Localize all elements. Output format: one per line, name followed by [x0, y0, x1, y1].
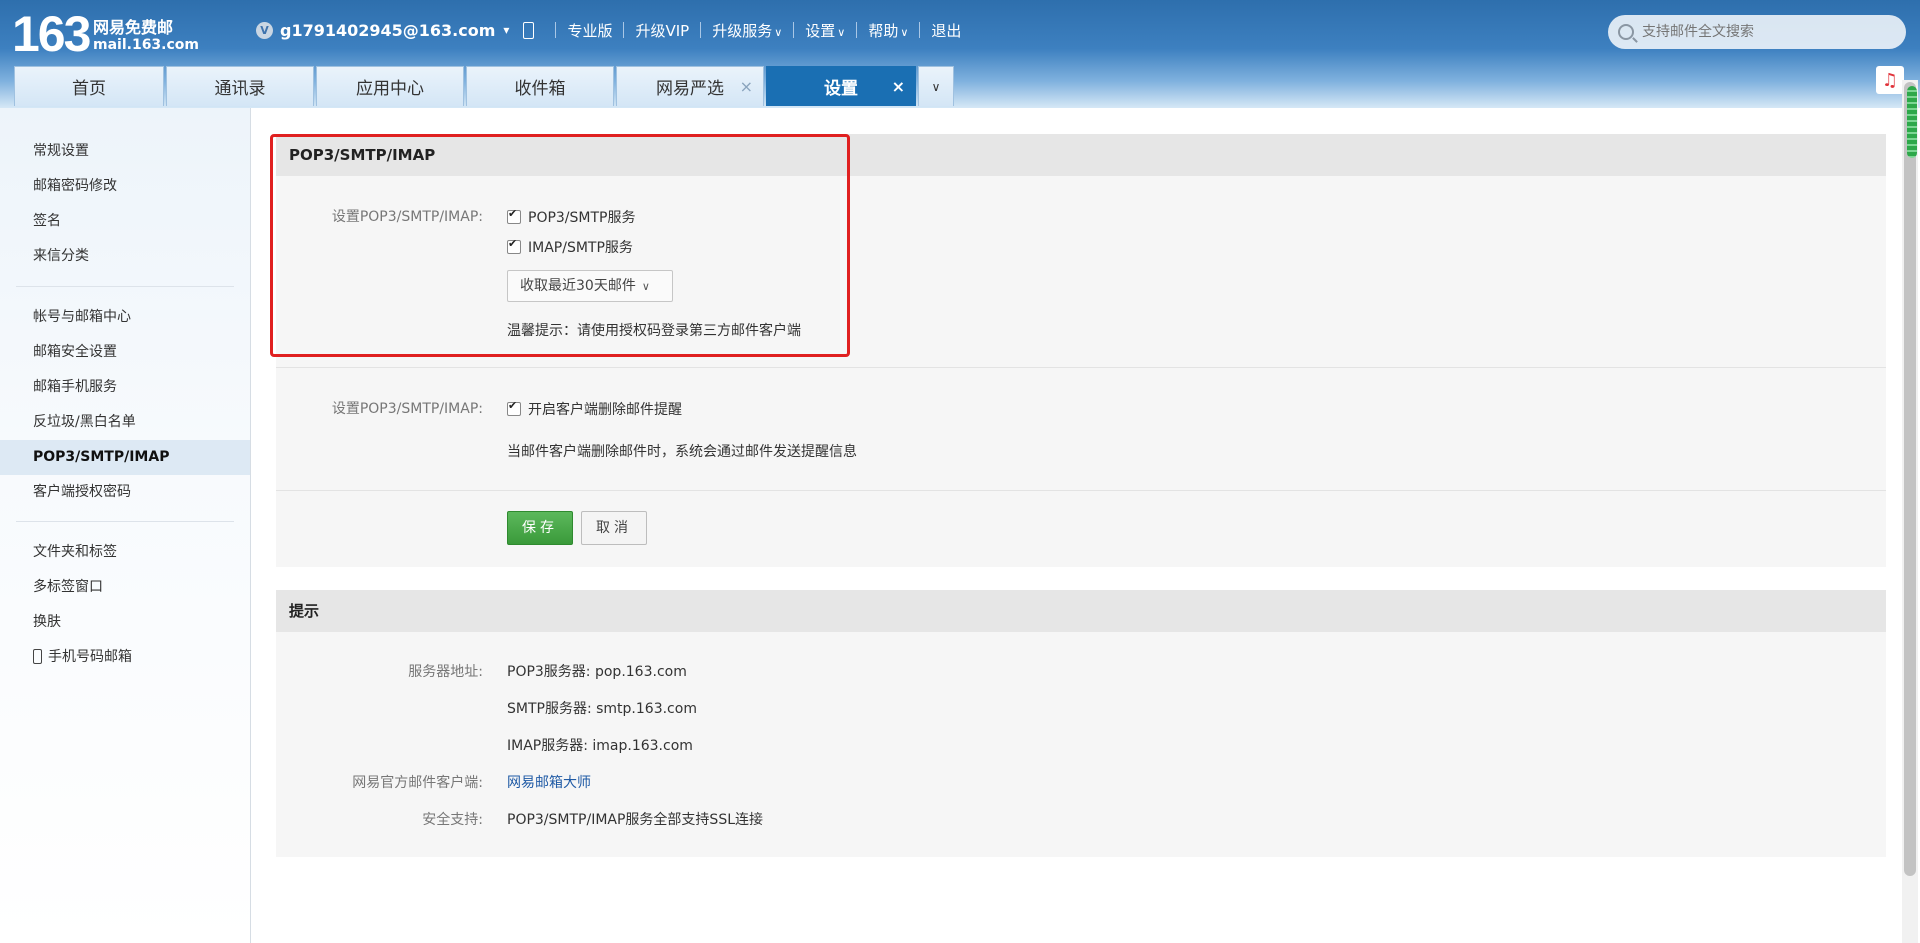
chevron-down-icon[interactable]: ▾	[503, 23, 509, 37]
security-label: 安全支持:	[422, 812, 483, 828]
scrollbar-thumb[interactable]	[1904, 82, 1917, 876]
sidebar-item-auth-code[interactable]: 客户端授权密码	[33, 482, 131, 502]
server-label: 服务器地址:	[408, 664, 483, 680]
client-label: 网易官方邮件客户端:	[352, 775, 483, 791]
sidebar-item-security[interactable]: 邮箱安全设置	[33, 342, 117, 362]
divider	[919, 22, 921, 38]
sidebar-divider	[16, 286, 234, 287]
mobile-phone-icon[interactable]	[523, 21, 535, 39]
sidebar-item-phone-mailbox[interactable]: 手机号码邮箱	[33, 647, 132, 667]
divider	[623, 22, 625, 38]
scroll-indicator	[1907, 86, 1917, 158]
sidebar-item-pop3-smtp-imap[interactable]: POP3/SMTP/IMAP	[0, 440, 250, 475]
tab-app-center[interactable]: 应用中心	[316, 66, 464, 106]
tips-title: 提示	[276, 590, 1886, 632]
sidebar-item-antispam[interactable]: 反垃圾/黑白名单	[33, 412, 136, 432]
sidebar-item-skin[interactable]: 换肤	[33, 612, 61, 632]
sidebar-divider	[16, 521, 234, 522]
close-icon[interactable]: ×	[892, 77, 905, 96]
nav-upgrade-service[interactable]: 升级服务 ∨	[712, 20, 782, 41]
tab-home-label: 首页	[72, 79, 106, 99]
top-nav: V g1791402945@163.com ▾ 专业版 升级VIP 升级服务 ∨ …	[256, 18, 961, 42]
chevron-down-icon: ∨	[931, 79, 941, 94]
divider	[276, 367, 1886, 368]
tab-inbox[interactable]: 收件箱	[466, 66, 614, 106]
sidebar-item-mail-rules[interactable]: 来信分类	[33, 246, 89, 266]
vip-badge-icon[interactable]: V	[256, 21, 273, 39]
chevron-down-icon: ∨	[774, 25, 783, 39]
nav-settings-label: 设置	[805, 21, 836, 40]
tab-bar: 首页 通讯录 应用中心 收件箱 网易严选 × 设置 × ∨	[14, 66, 956, 106]
tab-settings-label: 设置	[824, 79, 858, 99]
user-email[interactable]: g1791402945@163.com	[280, 21, 495, 40]
sidebar-item-mobile-service[interactable]: 邮箱手机服务	[33, 377, 117, 397]
delete-alert-checkbox[interactable]: 开启客户端删除邮件提醒	[507, 399, 682, 419]
sidebar-item-password[interactable]: 邮箱密码修改	[33, 176, 117, 196]
sidebar-item-account-center[interactable]: 帐号与邮箱中心	[33, 307, 131, 327]
tab-inbox-label: 收件箱	[514, 79, 566, 99]
chevron-down-icon: ∨	[837, 25, 846, 39]
divider	[856, 22, 858, 38]
tab-home[interactable]: 首页	[14, 66, 164, 106]
cancel-button[interactable]: 取消	[581, 511, 647, 545]
row2-label: 设置POP3/SMTP/IMAP:	[331, 401, 483, 417]
header: 163 网易免费邮 mail.163.com V g1791402945@163…	[0, 0, 1920, 108]
nav-help[interactable]: 帮助 ∨	[868, 20, 908, 41]
nav-help-label: 帮助	[868, 21, 899, 40]
tab-settings[interactable]: 设置 ×	[766, 66, 916, 106]
sidebar-item-multi-tab[interactable]: 多标签窗口	[33, 577, 103, 597]
nav-settings[interactable]: 设置 ∨	[805, 20, 845, 41]
logo-domain[interactable]: mail.163.com	[93, 37, 199, 53]
mobile-phone-icon	[33, 649, 42, 664]
security-value: POP3/SMTP/IMAP服务全部支持SSL连接	[507, 812, 764, 828]
tab-yanxuan[interactable]: 网易严选 ×	[616, 66, 764, 106]
nav-pro-version[interactable]: 专业版	[567, 20, 612, 41]
logo-name[interactable]: 网易免费邮	[93, 14, 173, 38]
music-note-icon[interactable]: ♫	[1876, 66, 1904, 94]
delete-alert-label: 开启客户端删除邮件提醒	[528, 402, 682, 418]
sidebar-item-signature[interactable]: 签名	[33, 211, 61, 231]
imap-server: IMAP服务器: imap.163.com	[507, 738, 693, 754]
tab-contacts[interactable]: 通讯录	[166, 66, 314, 106]
search-box[interactable]	[1608, 15, 1906, 49]
divider	[555, 22, 557, 38]
tab-app-center-label: 应用中心	[356, 79, 424, 99]
chevron-down-icon: ∨	[900, 25, 909, 39]
nav-upgrade-vip[interactable]: 升级VIP	[635, 20, 689, 41]
close-icon[interactable]: ×	[740, 77, 753, 96]
tab-contacts-label: 通讯录	[214, 79, 266, 99]
tab-yanxuan-label: 网易严选	[656, 79, 724, 99]
pop3-server: POP3服务器: pop.163.com	[507, 664, 687, 680]
delete-alert-desc: 当邮件客户端删除邮件时，系统会通过邮件发送提醒信息	[507, 444, 857, 460]
sidebar-item-folders-tags[interactable]: 文件夹和标签	[33, 542, 117, 562]
search-input[interactable]	[1640, 23, 1894, 41]
save-button[interactable]: 保存	[507, 511, 573, 545]
nav-logout[interactable]: 退出	[931, 20, 961, 41]
divider	[276, 490, 1886, 491]
smtp-server: SMTP服务器: smtp.163.com	[507, 701, 697, 717]
nav-upgrade-service-label: 升级服务	[712, 21, 773, 40]
divider	[793, 22, 795, 38]
scrollbar[interactable]	[1902, 80, 1918, 943]
sidebar-item-general[interactable]: 常规设置	[33, 141, 89, 161]
sidebar-item-phone-mailbox-label: 手机号码邮箱	[48, 649, 132, 665]
mail-master-link[interactable]: 网易邮箱大师	[507, 772, 591, 792]
checkbox-checked-icon[interactable]	[507, 399, 521, 416]
search-icon	[1618, 24, 1634, 40]
tab-more-button[interactable]: ∨	[918, 66, 954, 106]
tips-panel: 提示 服务器地址: POP3服务器: pop.163.com SMTP服务器: …	[276, 590, 1886, 857]
logo-number[interactable]: 163	[12, 4, 91, 64]
divider	[700, 22, 702, 38]
highlight-box	[270, 134, 850, 357]
settings-sidebar: 常规设置 邮箱密码修改 签名 来信分类 帐号与邮箱中心 邮箱安全设置 邮箱手机服…	[0, 108, 251, 943]
